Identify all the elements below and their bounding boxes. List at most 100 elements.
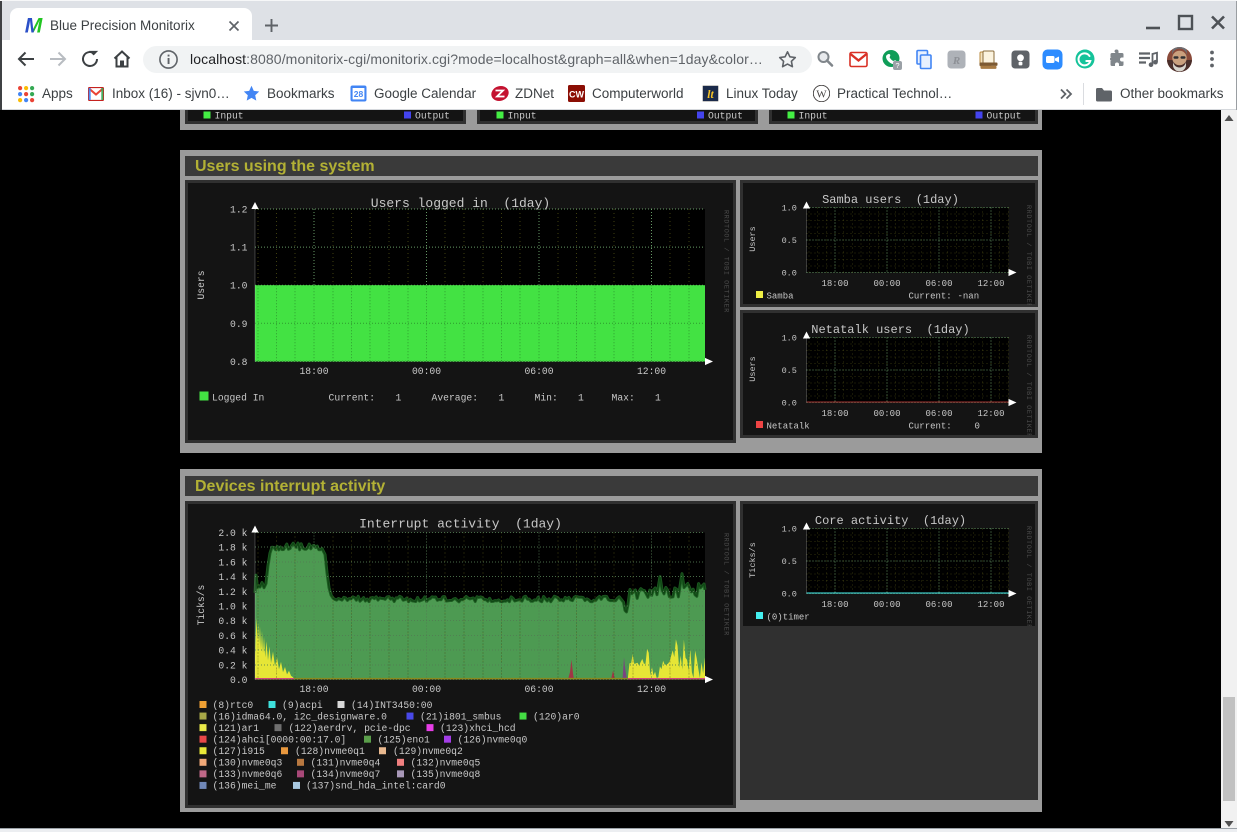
svg-text:Input: Input: [508, 111, 537, 122]
svg-text:(132)nvme0q5: (132)nvme0q5: [410, 757, 480, 768]
svg-text:Current:: Current:: [328, 393, 375, 404]
svg-text:Netatalk: Netatalk: [766, 421, 809, 431]
svg-text:Ticks/s: Ticks/s: [748, 542, 758, 578]
svg-text:0.8: 0.8: [230, 357, 248, 368]
svg-text:1.4 k: 1.4 k: [218, 572, 247, 583]
svg-text:0: 0: [974, 421, 979, 431]
svg-text:RRDTOOL / TOBI OETIKER: RRDTOOL / TOBI OETIKER: [1024, 335, 1032, 435]
svg-text:1.1: 1.1: [230, 243, 248, 254]
svg-text:18:00: 18:00: [821, 279, 848, 289]
svg-text:00:00: 00:00: [411, 684, 440, 695]
svg-text:(122)aerdrv, pcie-dpc: (122)aerdrv, pcie-dpc: [288, 722, 410, 733]
svg-text:(134)nvme0q7: (134)nvme0q7: [310, 769, 380, 780]
svg-text:00:00: 00:00: [873, 409, 900, 419]
svg-text:1.2: 1.2: [230, 205, 248, 216]
svg-text:?: ?: [895, 61, 899, 70]
svg-text:Ticks/s: Ticks/s: [196, 584, 207, 625]
svg-text:0.5: 0.5: [781, 557, 796, 567]
svg-text:(136)mei_me: (136)mei_me: [212, 780, 276, 791]
svg-text:(128)nvme0q1: (128)nvme0q1: [295, 746, 365, 757]
svg-text:Users: Users: [748, 356, 758, 382]
svg-text:(126)nvme0q0: (126)nvme0q0: [457, 734, 527, 745]
svg-text:(125)eno1: (125)eno1: [377, 734, 430, 745]
svg-text:-nan: -nan: [957, 292, 979, 302]
svg-text:Output: Output: [415, 111, 450, 122]
svg-text:Users: Users: [748, 226, 758, 252]
svg-text:CW: CW: [569, 89, 584, 99]
svg-text:Output: Output: [987, 111, 1022, 122]
svg-text:(123)xhci_hcd: (123)xhci_hcd: [440, 722, 516, 733]
svg-text:06:00: 06:00: [524, 684, 553, 695]
svg-text:0.5: 0.5: [781, 236, 796, 246]
svg-text:0.4 k: 0.4 k: [218, 645, 247, 656]
svg-text:28: 28: [354, 89, 364, 99]
svg-text:RRDTOOL / TOBI OETIKER: RRDTOOL / TOBI OETIKER: [1024, 205, 1032, 305]
svg-text:18:00: 18:00: [299, 684, 328, 695]
svg-text:0.0: 0.0: [781, 589, 796, 599]
svg-text:00:00: 00:00: [873, 279, 900, 289]
svg-text:00:00: 00:00: [411, 366, 440, 377]
svg-text:(127)i915: (127)i915: [212, 746, 265, 757]
svg-text:12:00: 12:00: [636, 684, 665, 695]
svg-text:1.6 k: 1.6 k: [218, 557, 247, 568]
svg-text:1.0: 1.0: [781, 333, 796, 343]
svg-text:Users: Users: [196, 270, 207, 299]
svg-text:00:00: 00:00: [873, 600, 900, 610]
svg-text:M: M: [25, 15, 43, 34]
svg-text:12:00: 12:00: [636, 366, 665, 377]
svg-text:Min:: Min:: [534, 393, 557, 404]
svg-text:Core activity (1day): Core activity (1day): [814, 514, 965, 528]
svg-text:1.0: 1.0: [781, 524, 796, 534]
svg-text:Samba: Samba: [766, 292, 794, 302]
svg-text:18:00: 18:00: [821, 409, 848, 419]
svg-text:0.0: 0.0: [230, 675, 248, 686]
svg-text:Output: Output: [708, 111, 743, 122]
svg-text:(130)nvme0q3: (130)nvme0q3: [212, 757, 282, 768]
svg-text:RRDTOOL / TOBI OETIKER: RRDTOOL / TOBI OETIKER: [721, 210, 729, 313]
svg-text:1: 1: [578, 393, 584, 404]
svg-text:Current:: Current:: [908, 421, 951, 431]
svg-text:1.2 k: 1.2 k: [218, 586, 247, 597]
svg-text:Input: Input: [215, 111, 244, 122]
svg-text:(120)ar0: (120)ar0: [533, 711, 580, 722]
svg-text:Interrupt activity (1day): Interrupt activity (1day): [359, 516, 562, 531]
svg-text:12:00: 12:00: [977, 600, 1004, 610]
svg-text:(129)nvme0q2: (129)nvme0q2: [393, 746, 463, 757]
svg-text:Samba users (1day): Samba users (1day): [822, 193, 959, 207]
svg-text:(121)ar1: (121)ar1: [212, 722, 259, 733]
svg-text:06:00: 06:00: [925, 409, 952, 419]
svg-text:2.0 k: 2.0 k: [218, 528, 247, 539]
svg-text:Users logged in (1day): Users logged in (1day): [370, 196, 549, 211]
svg-text:1: 1: [655, 393, 661, 404]
svg-text:0.5: 0.5: [781, 366, 796, 376]
svg-text:06:00: 06:00: [524, 366, 553, 377]
svg-text:06:00: 06:00: [925, 279, 952, 289]
svg-text:0.6 k: 0.6 k: [218, 630, 247, 641]
svg-text:lt: lt: [707, 89, 714, 101]
svg-text:0.2 k: 0.2 k: [218, 660, 247, 671]
svg-text:1.8 k: 1.8 k: [218, 542, 247, 553]
svg-text:(14)INT3450:00: (14)INT3450:00: [351, 699, 433, 710]
svg-text:(135)nvme0q8: (135)nvme0q8: [410, 769, 480, 780]
svg-text:12:00: 12:00: [977, 409, 1004, 419]
svg-text:(0)timer: (0)timer: [766, 612, 809, 622]
svg-text:(137)snd_hda_intel:card0: (137)snd_hda_intel:card0: [306, 780, 446, 791]
svg-text:Max:: Max:: [611, 393, 634, 404]
svg-text:Input: Input: [799, 111, 828, 122]
svg-text:(16)idma64.0, i2c_designware.0: (16)idma64.0, i2c_designware.0: [212, 711, 387, 722]
svg-text:1: 1: [395, 393, 401, 404]
svg-text:W: W: [816, 89, 827, 101]
svg-text:(131)nvme0q4: (131)nvme0q4: [310, 757, 380, 768]
svg-text:(9)acpi: (9)acpi: [282, 699, 323, 710]
svg-text:0.0: 0.0: [781, 398, 796, 408]
svg-text:Logged In: Logged In: [212, 393, 264, 404]
svg-text:06:00: 06:00: [925, 600, 952, 610]
svg-text:12:00: 12:00: [977, 279, 1004, 289]
svg-text:(21)i801_smbus: (21)i801_smbus: [420, 711, 502, 722]
svg-text:R: R: [952, 55, 960, 67]
svg-text:18:00: 18:00: [299, 366, 328, 377]
svg-text:18:00: 18:00: [821, 600, 848, 610]
svg-text:Average:: Average:: [431, 393, 478, 404]
svg-text:Netatalk users (1day): Netatalk users (1day): [811, 323, 969, 337]
svg-text:1.0 k: 1.0 k: [218, 601, 247, 612]
